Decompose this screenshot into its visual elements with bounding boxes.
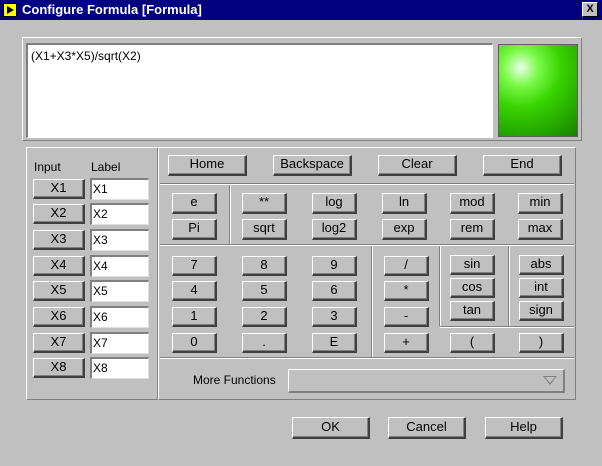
tan-button[interactable]: tan [450, 301, 495, 321]
title-bar: Configure Formula [Formula] X [0, 0, 602, 20]
input-column-header: Input [34, 160, 61, 174]
int-button[interactable]: int [519, 278, 564, 298]
digit-4-button[interactable]: 4 [172, 281, 217, 301]
label-x2-field[interactable]: X2 [90, 203, 149, 225]
sqrt-button[interactable]: sqrt [242, 219, 287, 240]
input-x6-button[interactable]: X6 [33, 307, 85, 327]
divider [439, 246, 441, 326]
label-column-header: Label [91, 160, 121, 174]
divider [160, 183, 574, 185]
backspace-button[interactable]: Backspace [273, 155, 352, 176]
input-x7-button[interactable]: X7 [33, 333, 85, 353]
power-button[interactable]: ** [242, 193, 287, 214]
digit-5-button[interactable]: 5 [242, 281, 287, 301]
input-x8-button[interactable]: X8 [33, 358, 85, 378]
input-x4-button[interactable]: X4 [33, 256, 85, 276]
digit-9-button[interactable]: 9 [312, 256, 357, 276]
label-x8-field[interactable]: X8 [90, 357, 149, 379]
input-x3-button[interactable]: X3 [33, 230, 85, 250]
digit-0-button[interactable]: 0 [172, 333, 217, 353]
sign-button[interactable]: sign [519, 301, 564, 321]
exponent-e-button[interactable]: E [312, 333, 357, 353]
divider [160, 244, 574, 246]
dropdown-arrow-icon [543, 376, 557, 385]
add-button[interactable]: + [384, 333, 429, 353]
divider [508, 246, 510, 326]
multiply-button[interactable]: * [384, 281, 429, 301]
label-x5-field[interactable]: X5 [90, 280, 149, 302]
more-functions-dropdown[interactable] [288, 369, 565, 393]
digit-2-button[interactable]: 2 [242, 307, 287, 327]
divide-button[interactable]: / [384, 256, 429, 276]
decimal-point-button[interactable]: . [242, 333, 287, 353]
label-x1-field[interactable]: X1 [90, 178, 149, 200]
min-button[interactable]: min [518, 193, 563, 214]
more-functions-label: More Functions [193, 373, 276, 387]
exp-button[interactable]: exp [382, 219, 427, 240]
pi-button[interactable]: Pi [172, 219, 217, 240]
label-x6-field[interactable]: X6 [90, 306, 149, 328]
label-x4-field[interactable]: X4 [90, 255, 149, 277]
home-button[interactable]: Home [168, 155, 247, 176]
input-x2-button[interactable]: X2 [33, 204, 85, 224]
label-x3-field[interactable]: X3 [90, 229, 149, 251]
divider [229, 185, 231, 244]
max-button[interactable]: max [518, 219, 563, 240]
digit-3-button[interactable]: 3 [312, 307, 357, 327]
close-paren-button[interactable]: ) [519, 333, 564, 353]
app-icon [3, 3, 17, 17]
mod-button[interactable]: mod [450, 193, 495, 214]
divider [440, 326, 574, 328]
ln-button[interactable]: ln [382, 193, 427, 214]
cos-button[interactable]: cos [450, 278, 495, 298]
divider [371, 246, 373, 357]
sin-button[interactable]: sin [450, 255, 495, 275]
log2-button[interactable]: log2 [312, 219, 357, 240]
digit-7-button[interactable]: 7 [172, 256, 217, 276]
rem-button[interactable]: rem [450, 219, 495, 240]
digit-8-button[interactable]: 8 [242, 256, 287, 276]
open-paren-button[interactable]: ( [450, 333, 495, 353]
formula-input[interactable]: (X1+X3*X5)/sqrt(X2) [26, 43, 493, 138]
cancel-button[interactable]: Cancel [388, 417, 466, 439]
input-x5-button[interactable]: X5 [33, 281, 85, 301]
help-button[interactable]: Help [485, 417, 563, 439]
digit-6-button[interactable]: 6 [312, 281, 357, 301]
input-x1-button[interactable]: X1 [33, 179, 85, 199]
label-x7-field[interactable]: X7 [90, 332, 149, 354]
close-button[interactable]: X [582, 2, 598, 17]
abs-button[interactable]: abs [519, 255, 564, 275]
end-button[interactable]: End [483, 155, 562, 176]
window-title: Configure Formula [Formula] [22, 2, 202, 17]
e-button[interactable]: e [172, 193, 217, 214]
subtract-button[interactable]: - [384, 307, 429, 327]
status-led-indicator [498, 44, 578, 137]
divider [160, 357, 574, 359]
ok-button[interactable]: OK [292, 417, 370, 439]
digit-1-button[interactable]: 1 [172, 307, 217, 327]
log-button[interactable]: log [312, 193, 357, 214]
clear-button[interactable]: Clear [378, 155, 457, 176]
